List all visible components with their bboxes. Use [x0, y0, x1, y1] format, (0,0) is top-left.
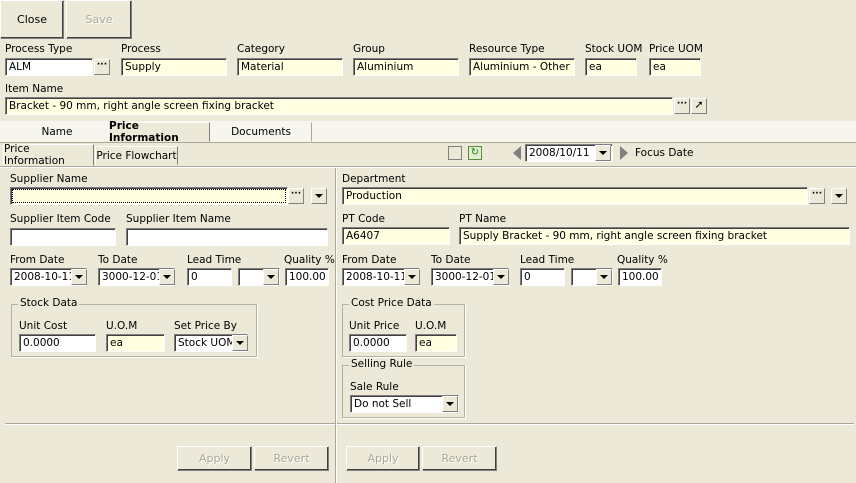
supplier-item-name-label: Supplier Item Name — [126, 213, 231, 225]
set-price-by-label: Set Price By — [174, 320, 237, 332]
department-revert-button[interactable]: Revert — [422, 446, 497, 471]
dept-lead-unit-dropdown[interactable] — [596, 269, 612, 285]
subtab-divider — [0, 166, 856, 168]
dept-to-date-dropdown[interactable] — [493, 269, 509, 285]
process-type-label: Process Type — [5, 43, 73, 55]
process-type-browse-button[interactable]: ··· — [94, 59, 110, 75]
pt-code-field: A6407 — [342, 227, 450, 245]
supplier-revert-button[interactable]: Revert — [254, 446, 329, 471]
unit-price-label: Unit Price — [349, 320, 400, 332]
tab-documents[interactable]: Documents — [210, 122, 312, 142]
tab-name[interactable]: Name — [6, 122, 108, 142]
subtab-price-information[interactable]: Price Information — [3, 143, 94, 167]
supplier-quality-field[interactable]: 100.00 — [285, 268, 329, 286]
pt-code-label: PT Code — [342, 213, 385, 225]
supplier-to-date-label: To Date — [98, 254, 138, 266]
process-field: Supply — [121, 58, 227, 76]
resource-type-field: Aluminium - Other — [469, 58, 575, 76]
process-type-field[interactable]: ALM — [5, 58, 93, 76]
dept-quality-label: Quality % — [617, 254, 668, 266]
supplier-lead-time-label: Lead Time — [187, 254, 242, 266]
supplier-item-code-field[interactable] — [10, 228, 116, 246]
right-footer-divider — [337, 423, 854, 425]
sale-rule-dropdown[interactable] — [442, 396, 458, 412]
stock-uom-label: Stock UOM — [585, 43, 643, 55]
supplier-lead-unit-dropdown[interactable] — [263, 269, 279, 285]
item-name-field[interactable]: Bracket - 90 mm, right angle screen fixi… — [5, 97, 673, 115]
dept-from-date-label: From Date — [342, 254, 397, 266]
supplier-name-browse-button[interactable]: ··· — [288, 188, 304, 204]
previous-date-icon[interactable] — [513, 146, 521, 160]
price-uom-label: Price UOM — [649, 43, 703, 55]
supplier-quality-label: Quality % — [284, 254, 335, 266]
focus-date-label: Focus Date — [635, 147, 694, 159]
supplier-from-date-label: From Date — [10, 254, 65, 266]
cost-price-data-group-title: Cost Price Data — [349, 297, 434, 309]
dept-uom-label: U.O.M — [415, 320, 447, 332]
arrow-icon[interactable]: ➚ — [691, 98, 707, 114]
supplier-name-dropdown[interactable] — [311, 188, 327, 204]
set-price-by-dropdown[interactable] — [232, 335, 248, 351]
process-label: Process — [121, 43, 161, 55]
next-date-icon[interactable] — [620, 146, 628, 160]
price-uom-field: ea — [649, 58, 701, 76]
category-field: Material — [237, 58, 343, 76]
dept-uom-field: ea — [415, 334, 457, 352]
refresh-icon[interactable]: ↻ — [468, 146, 482, 160]
department-browse-button[interactable]: ··· — [809, 188, 825, 204]
dept-to-date-label: To Date — [431, 254, 471, 266]
dept-lead-time-field[interactable]: 0 — [520, 268, 565, 286]
pt-name-field: Supply Bracket - 90 mm, right angle scre… — [459, 227, 850, 245]
supplier-name-label: Supplier Name — [10, 173, 88, 185]
close-button[interactable]: Close — [0, 0, 64, 39]
blank-toggle-icon[interactable] — [448, 146, 462, 160]
item-name-browse-button[interactable]: ··· — [674, 98, 690, 114]
focus-date-dropdown[interactable] — [595, 145, 611, 161]
stock-uom-field: ea — [585, 58, 637, 76]
supplier-from-date-dropdown[interactable] — [71, 269, 87, 285]
stock-data-group-title: Stock Data — [18, 297, 80, 309]
dept-from-date-dropdown[interactable] — [404, 269, 420, 285]
department-dropdown[interactable] — [831, 188, 847, 204]
unit-price-field[interactable]: 0.0000 — [349, 334, 407, 352]
sale-rule-label: Sale Rule — [350, 381, 399, 393]
department-field[interactable]: Production — [342, 187, 808, 205]
subtab-price-flowchart[interactable]: Price Flowchart — [95, 146, 178, 165]
panel-divider — [335, 168, 337, 483]
supplier-apply-button[interactable]: Apply — [177, 446, 252, 471]
group-field: Aluminium — [353, 58, 459, 76]
dept-lead-time-label: Lead Time — [520, 254, 575, 266]
dept-quality-field[interactable]: 100.00 — [618, 268, 662, 286]
supplier-item-name-field[interactable] — [126, 228, 328, 246]
unit-cost-field[interactable]: 0.0000 — [19, 334, 96, 352]
item-name-label: Item Name — [5, 83, 64, 95]
group-label: Group — [353, 43, 385, 55]
supplier-item-code-label: Supplier Item Code — [10, 213, 111, 225]
category-label: Category — [237, 43, 285, 55]
save-button[interactable]: Save — [66, 0, 132, 39]
unit-cost-label: Unit Cost — [19, 320, 68, 332]
supplier-uom-field: ea — [106, 334, 165, 352]
department-label: Department — [342, 173, 406, 185]
supplier-lead-time-field[interactable]: 0 — [187, 268, 232, 286]
selling-rule-group-title: Selling Rule — [349, 358, 415, 370]
department-apply-button[interactable]: Apply — [346, 446, 420, 471]
supplier-to-date-dropdown[interactable] — [159, 269, 175, 285]
supplier-name-field[interactable] — [10, 187, 288, 205]
pt-name-label: PT Name — [459, 213, 507, 225]
left-footer-divider — [5, 423, 335, 425]
tab-price-information[interactable]: Price Information — [108, 120, 210, 144]
resource-type-label: Resource Type — [469, 43, 545, 55]
supplier-uom-label: U.O.M — [106, 320, 138, 332]
